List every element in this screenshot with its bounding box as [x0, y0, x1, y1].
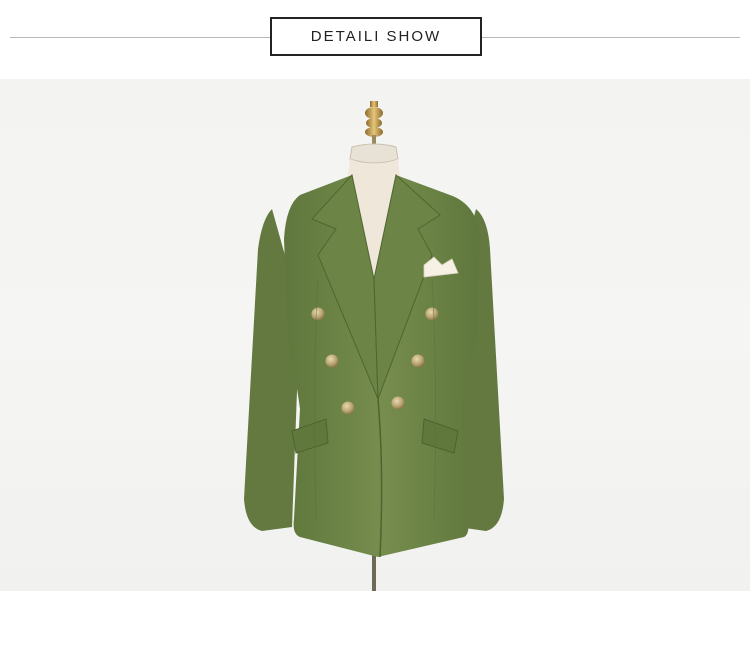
- mannequin-finial: [365, 101, 383, 147]
- product-photo: [0, 79, 750, 591]
- button: [325, 354, 339, 368]
- button: [411, 354, 425, 368]
- bottom-spacer: [0, 591, 750, 657]
- button: [391, 396, 405, 410]
- header-rule-right: [482, 37, 740, 38]
- mannequin-neck: [349, 143, 399, 164]
- button: [341, 401, 355, 415]
- section-header: DETAILI SHOW: [0, 0, 750, 78]
- jacket-illustration: [244, 101, 504, 591]
- header-rule-left: [10, 37, 270, 38]
- button: [311, 307, 325, 321]
- section-title: DETAILI SHOW: [310, 28, 442, 45]
- section-title-box: DETAILI SHOW: [270, 17, 482, 56]
- button: [425, 307, 439, 321]
